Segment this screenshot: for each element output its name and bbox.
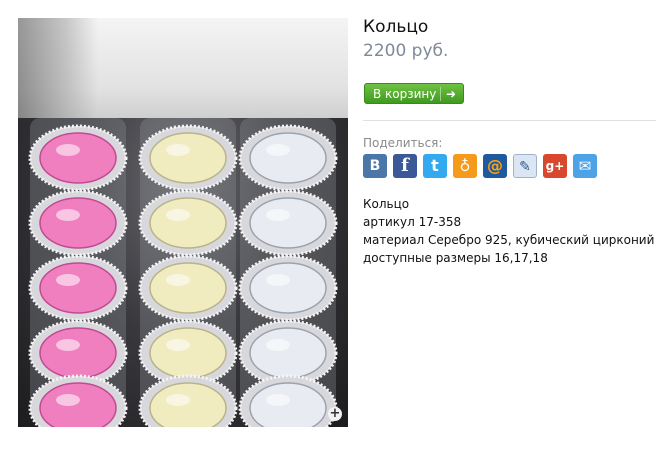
twitter-icon[interactable]: t <box>423 154 447 178</box>
white-stone <box>249 262 327 314</box>
yellow-stone <box>149 197 227 249</box>
vk-icon[interactable]: В <box>363 154 387 178</box>
divider <box>363 120 656 121</box>
facebook-icon[interactable]: f <box>393 154 417 178</box>
product-image[interactable]: + <box>18 18 348 427</box>
white-stone <box>249 197 327 249</box>
description-material: материал Серебро 925, кубический циркони… <box>363 233 655 247</box>
yellow-stone <box>149 382 227 427</box>
mailru-icon[interactable]: @ <box>483 154 507 178</box>
odnoklassniki-icon[interactable]: ♁ <box>453 154 477 178</box>
pink-stone <box>39 262 117 314</box>
white-stone <box>249 327 327 379</box>
share-label: Поделиться: <box>363 136 443 150</box>
pink-stone <box>39 197 117 249</box>
livejournal-icon[interactable]: ✎ <box>513 154 537 178</box>
product-description: Кольцо артикул 17-358 материал Серебро 9… <box>363 195 654 267</box>
yellow-stone <box>149 327 227 379</box>
product-price: 2200 руб. <box>363 41 449 61</box>
yellow-stone <box>149 262 227 314</box>
product-title: Кольцо <box>363 17 429 37</box>
googleplus-icon[interactable]: g+ <box>543 154 567 178</box>
zoom-icon[interactable]: + <box>328 407 342 421</box>
description-sizes: доступные размеры 16,17,18 <box>363 251 548 265</box>
description-article: артикул 17-358 <box>363 215 462 229</box>
pink-stone <box>39 382 117 427</box>
button-separator <box>440 87 441 101</box>
rings-illustration <box>28 118 338 427</box>
cart-button-label: В корзину <box>373 87 437 101</box>
arrow-right-icon: ➜ <box>445 87 456 101</box>
white-stone <box>249 132 327 184</box>
add-to-cart-button[interactable]: В корзину ➜ <box>364 83 464 104</box>
yellow-stone <box>149 132 227 184</box>
description-name: Кольцо <box>363 197 410 211</box>
white-stone <box>249 382 327 427</box>
share-buttons: В f t ♁ @ ✎ g+ ✉ <box>363 154 597 178</box>
email-icon[interactable]: ✉ <box>573 154 597 178</box>
pink-stone <box>39 327 117 379</box>
pink-stone <box>39 132 117 184</box>
